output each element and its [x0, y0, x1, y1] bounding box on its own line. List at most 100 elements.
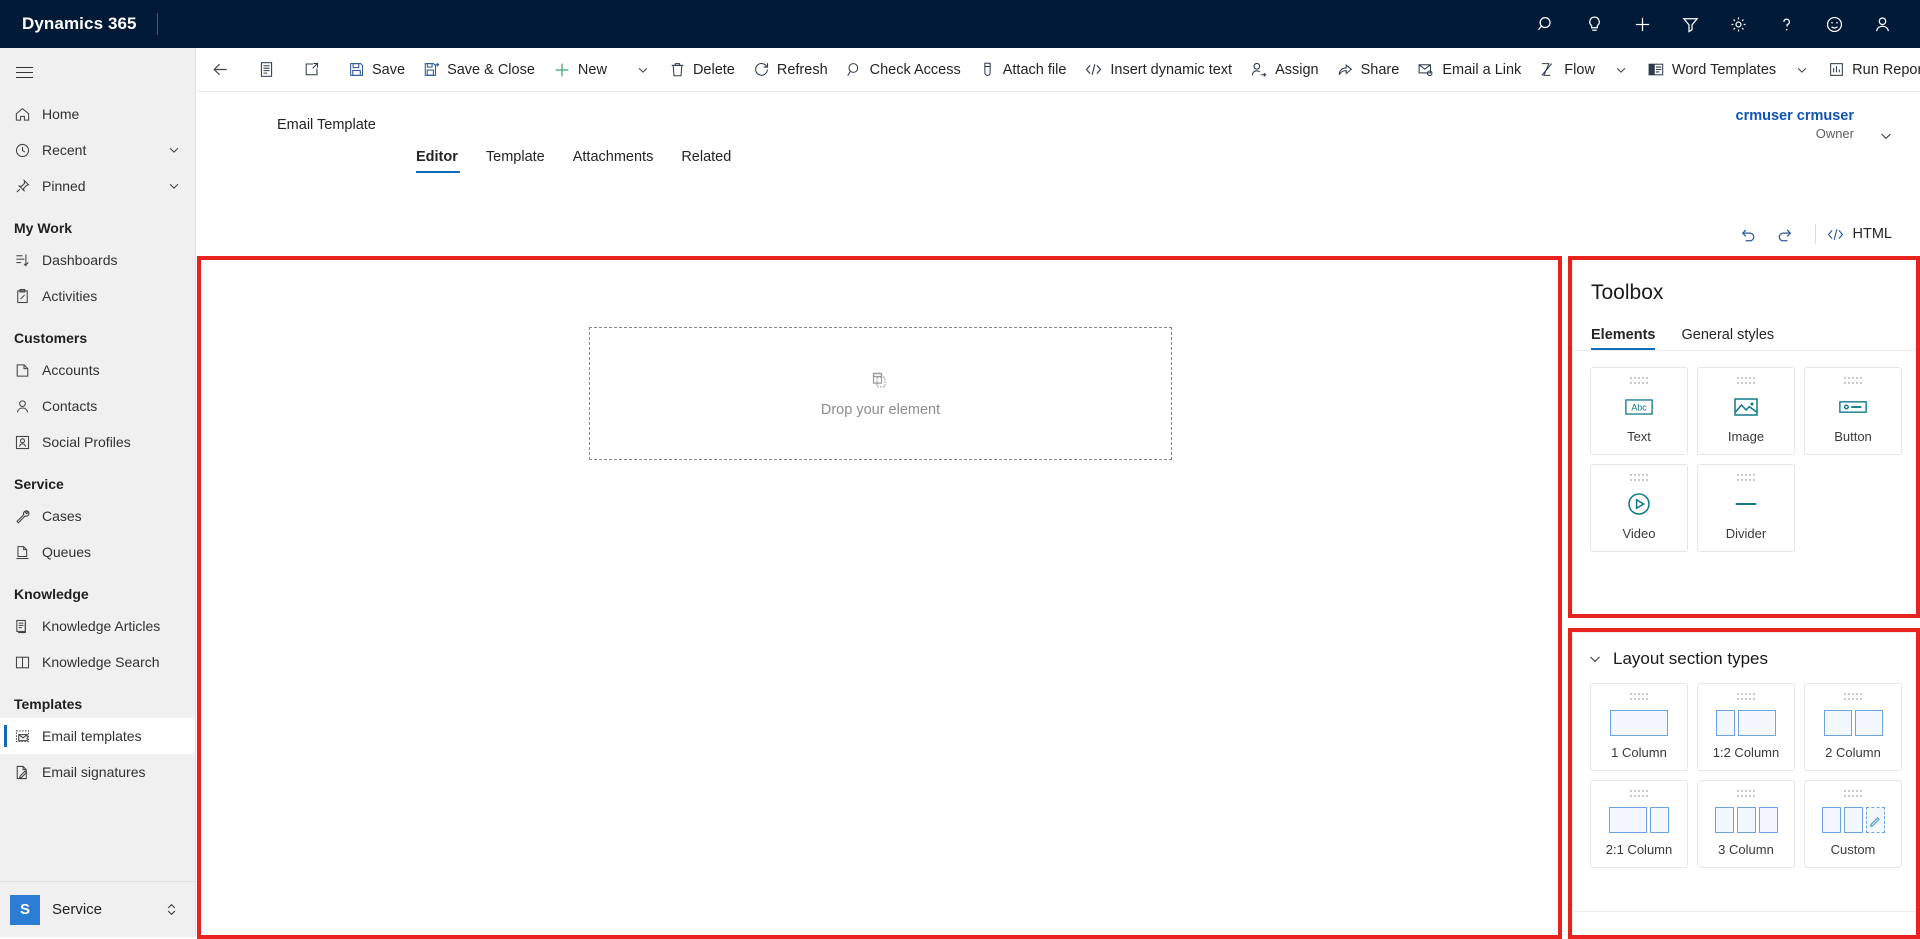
owner-name-link[interactable]: crmuser crmuser [1736, 108, 1855, 124]
save-and-close-button[interactable]: Save & Close [414, 48, 544, 91]
run-report-button[interactable]: Run Report [1819, 48, 1920, 91]
word-templates-chevron-icon[interactable] [1785, 48, 1819, 91]
sidebar-item-label: Email signatures [42, 764, 146, 780]
email-editor-canvas[interactable]: Drop your element [199, 258, 1560, 937]
sidebar-item-social-profiles[interactable]: Social Profiles [0, 424, 195, 460]
sidebar-item-label: Home [42, 106, 80, 122]
attach-file-button[interactable]: Attach file [970, 48, 1076, 91]
paperclip-icon [979, 61, 996, 78]
form-selector-button[interactable] [249, 48, 284, 91]
undo-icon[interactable] [1729, 218, 1767, 250]
drag-handle[interactable] [1630, 377, 1648, 385]
flow-chevron-icon[interactable] [1604, 48, 1638, 91]
site-map-toggle-button[interactable] [0, 50, 48, 94]
clock-icon [14, 142, 42, 159]
redo-icon[interactable] [1767, 218, 1805, 250]
flow-icon [1539, 61, 1557, 78]
drag-handle[interactable] [1844, 693, 1862, 701]
sidebar-item-email-templates[interactable]: Email templates [0, 718, 195, 754]
layout-tile-3-column[interactable]: 3 Column [1697, 780, 1795, 868]
help-icon[interactable] [1762, 0, 1810, 48]
toolbox-tile-divider[interactable]: Divider [1697, 464, 1795, 552]
app-badge: S [10, 894, 40, 925]
save-button[interactable]: Save [339, 48, 414, 91]
pin-icon [14, 178, 42, 195]
layout-tile-1-column[interactable]: 1 Column [1590, 683, 1688, 771]
tab-attachments[interactable]: Attachments [573, 149, 668, 173]
layout-tile-label: Custom [1830, 842, 1876, 857]
brand-divider [156, 13, 158, 35]
sidebar-item-email-signatures[interactable]: Email signatures [0, 754, 195, 790]
drag-handle[interactable] [1737, 790, 1755, 798]
smiley-icon[interactable] [1810, 0, 1858, 48]
chevron-down-icon[interactable] [167, 179, 195, 193]
sidebar-item-cases[interactable]: Cases [0, 498, 195, 534]
drag-handle[interactable] [1630, 693, 1648, 701]
popout-button[interactable] [294, 48, 329, 91]
sidebar-item-pinned[interactable]: Pinned [0, 168, 195, 204]
flow-button[interactable]: Flow [1530, 48, 1604, 91]
drop-zone[interactable]: Drop your element [589, 327, 1172, 460]
drag-handle[interactable] [1737, 474, 1755, 482]
layout-tile-custom[interactable]: Custom [1804, 780, 1902, 868]
sidebar-item-accounts[interactable]: Accounts [0, 352, 195, 388]
chevron-down-icon[interactable] [1878, 128, 1894, 149]
layout-tile-2-1-column[interactable]: 2:1 Column [1590, 780, 1688, 868]
toolbox-tile-image[interactable]: Image [1697, 367, 1795, 455]
chevron-down-icon[interactable] [1587, 651, 1603, 667]
toolbox-tile-text[interactable]: Abc Text [1590, 367, 1688, 455]
email-a-link-button[interactable]: Email a Link [1408, 48, 1530, 91]
layout-tile-2-column[interactable]: 2 Column [1804, 683, 1902, 771]
sidebar-item-activities[interactable]: Activities [0, 278, 195, 314]
search-icon[interactable] [1522, 0, 1570, 48]
layout-section-panel: Layout section types 1 Column 1:2 Column [1572, 632, 1918, 937]
new-button[interactable]: New [544, 48, 616, 91]
drag-handle[interactable] [1737, 693, 1755, 701]
sidebar-item-contacts[interactable]: Contacts [0, 388, 195, 424]
layout-section-grid: 1 Column 1:2 Column 2 Column 2:1 Column … [1573, 669, 1917, 868]
lightbulb-icon[interactable] [1570, 0, 1618, 48]
sidebar-item-recent[interactable]: Recent [0, 132, 195, 168]
sidebar-item-label: Accounts [42, 362, 100, 378]
sidebar-item-home[interactable]: Home [0, 96, 195, 132]
sidebar-item-knowledge-articles[interactable]: Knowledge Articles [0, 608, 195, 644]
email-link-icon [1417, 61, 1435, 78]
sidebar-item-dashboards[interactable]: Dashboards [0, 242, 195, 278]
insert-dynamic-text-button[interactable]: Insert dynamic text [1075, 48, 1241, 91]
back-button[interactable] [202, 48, 239, 91]
gear-icon[interactable] [1714, 0, 1762, 48]
owner-field[interactable]: crmuser crmuser Owner [1736, 108, 1895, 141]
sidebar-item-queues[interactable]: Queues [0, 534, 195, 570]
html-toggle-button[interactable]: HTML [1826, 226, 1896, 243]
layout-tile-1-2-column[interactable]: 1:2 Column [1697, 683, 1795, 771]
delete-button[interactable]: Delete [660, 48, 744, 91]
word-templates-button[interactable]: Word Templates [1638, 48, 1785, 91]
save-close-icon [423, 61, 440, 78]
tab-template[interactable]: Template [486, 149, 559, 173]
drag-handle[interactable] [1844, 790, 1862, 798]
drag-handle[interactable] [1844, 377, 1862, 385]
drag-handle[interactable] [1630, 474, 1648, 482]
app-switcher[interactable]: S Service [0, 881, 195, 937]
tab-related[interactable]: Related [681, 149, 745, 173]
assign-button[interactable]: Assign [1241, 48, 1328, 91]
app-brand-title: Dynamics 365 [22, 14, 137, 33]
share-button[interactable]: Share [1328, 48, 1409, 91]
drag-handle[interactable] [1630, 790, 1648, 798]
person-icon[interactable] [1858, 0, 1906, 48]
tab-general-styles[interactable]: General styles [1681, 327, 1774, 350]
layout-section-header[interactable]: Layout section types [1573, 633, 1917, 669]
sidebar-item-knowledge-search[interactable]: Knowledge Search [0, 644, 195, 680]
new-overflow-chevron-icon[interactable] [626, 48, 660, 91]
tab-editor[interactable]: Editor [416, 149, 472, 173]
chevron-down-icon[interactable] [167, 143, 195, 157]
toolbox-tile-video[interactable]: Video [1590, 464, 1688, 552]
check-access-button[interactable]: Check Access [837, 48, 970, 91]
tab-elements[interactable]: Elements [1591, 327, 1656, 350]
filter-icon[interactable] [1666, 0, 1714, 48]
chevron-up-down-icon[interactable] [164, 902, 195, 917]
toolbox-tile-button[interactable]: Button [1804, 367, 1902, 455]
drag-handle[interactable] [1737, 377, 1755, 385]
plus-icon[interactable] [1618, 0, 1666, 48]
refresh-button[interactable]: Refresh [744, 48, 837, 91]
